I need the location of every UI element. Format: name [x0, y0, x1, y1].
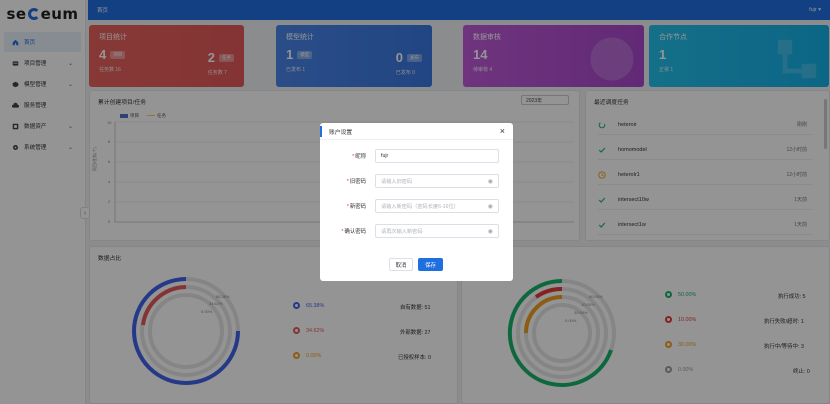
eye-icon[interactable]: ◉ — [488, 178, 493, 185]
field-label-text: 确认密码 — [344, 229, 366, 235]
eye-icon[interactable]: ◉ — [488, 203, 493, 210]
input-placeholder: 请输入新密码（密码长度6-16位） — [381, 203, 459, 210]
close-icon[interactable]: × — [500, 126, 505, 136]
confirm-password-input[interactable]: 请再次输入新密码 ◉ — [375, 224, 499, 238]
confirm-password-row: *确认密码 请再次输入新密码 ◉ — [320, 224, 513, 238]
field-label: *旧密码 — [320, 177, 371, 185]
title-accent-bar — [320, 126, 322, 137]
dialog-header: 账户设置 × — [320, 123, 513, 140]
field-label: *确认密码 — [320, 227, 371, 235]
old-password-row: *旧密码 请输入旧密码 ◉ — [320, 174, 513, 188]
field-label: *昵称 — [320, 152, 371, 160]
nickname-input[interactable]: fujr — [375, 149, 499, 163]
nickname-row: *昵称 fujr — [320, 149, 513, 163]
eye-icon[interactable]: ◉ — [488, 228, 493, 235]
cancel-button[interactable]: 取消 — [389, 258, 413, 271]
account-settings-dialog: 账户设置 × *昵称 fujr *旧密码 请输入旧密码 ◉ *新密码 请输入新密码… — [320, 123, 513, 281]
new-password-row: *新密码 请输入新密码（密码长度6-16位） ◉ — [320, 199, 513, 213]
new-password-input[interactable]: 请输入新密码（密码长度6-16位） ◉ — [375, 199, 499, 213]
input-placeholder: 请再次输入新密码 — [381, 228, 423, 235]
field-label-text: 昵称 — [355, 154, 366, 160]
field-label-text: 旧密码 — [349, 179, 366, 185]
input-placeholder: 请输入旧密码 — [381, 178, 413, 185]
field-label: *新密码 — [320, 202, 371, 210]
dialog-title: 账户设置 — [329, 129, 353, 136]
required-mark: * — [346, 204, 349, 210]
old-password-input[interactable]: 请输入旧密码 ◉ — [375, 174, 499, 188]
required-mark: * — [352, 154, 355, 160]
save-button[interactable]: 保存 — [418, 258, 443, 271]
required-mark: * — [346, 179, 349, 185]
field-label-text: 新密码 — [349, 204, 366, 210]
